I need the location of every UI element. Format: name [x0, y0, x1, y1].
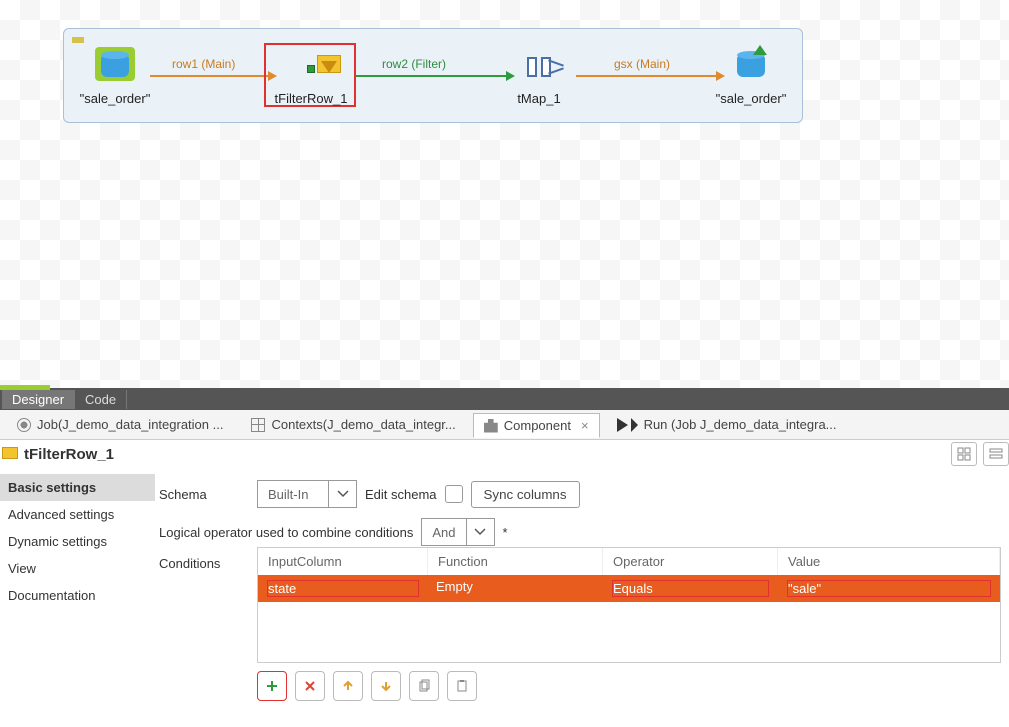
connection-gsx[interactable] [576, 75, 716, 77]
node-label: "sale_order" [706, 91, 796, 106]
node-label: tFilterRow_1 [266, 91, 356, 106]
connection-label: gsx (Main) [614, 57, 670, 71]
conditions-table[interactable]: InputColumn Function Operator Value stat… [257, 547, 1001, 663]
nav-view[interactable]: View [0, 555, 155, 582]
nav-documentation[interactable]: Documentation [0, 582, 155, 609]
component-icon [484, 419, 498, 433]
db-output-icon [735, 51, 767, 79]
tab-run[interactable]: Run (Job J_demo_data_integra... [606, 412, 848, 437]
node-label: "sale_order" [70, 91, 160, 106]
tab-label: Component [504, 418, 571, 433]
edit-schema-checkbox[interactable] [445, 485, 463, 503]
schema-dropdown[interactable]: Built-In [257, 480, 357, 508]
move-up-button[interactable] [333, 671, 363, 701]
nav-basic-settings[interactable]: Basic settings [0, 474, 155, 501]
cell-inputcolumn[interactable]: state [267, 580, 419, 597]
tab-label: Run (Job J_demo_data_integra... [644, 417, 837, 432]
cell-function[interactable]: Empty [428, 575, 603, 602]
component-title-text: tFilterRow_1 [24, 446, 114, 463]
conditions-label: Conditions [159, 556, 249, 571]
chevron-down-icon [328, 481, 356, 507]
settings-nav: Basic settings Advanced settings Dynamic… [0, 474, 155, 727]
node-sale-order-input[interactable]: "sale_order" [70, 51, 160, 106]
status-strip [0, 385, 50, 390]
table-header: InputColumn Function Operator Value [258, 548, 1000, 575]
node-tmap[interactable]: tMap_1 [494, 51, 584, 106]
sync-columns-button[interactable]: Sync columns [471, 481, 580, 508]
cell-operator[interactable]: Equals [612, 580, 769, 597]
logical-op-label: Logical operator used to combine conditi… [159, 525, 413, 540]
bottom-tab-strip: Job(J_demo_data_integration ... Contexts… [0, 410, 1009, 440]
connection-row2[interactable] [356, 75, 506, 77]
node-label: tMap_1 [494, 91, 584, 106]
db-input-icon [99, 51, 131, 79]
logical-op-value: And [422, 525, 465, 540]
tab-contexts[interactable]: Contexts(J_demo_data_integr... [240, 412, 466, 437]
component-panel: tFilterRow_1 Basic settings Advanced set… [0, 440, 1009, 727]
schema-label: Schema [159, 487, 249, 502]
col-header-value: Value [778, 548, 1000, 575]
tab-label: Job(J_demo_data_integration ... [37, 417, 223, 432]
connection-row1[interactable] [150, 75, 268, 77]
node-sale-order-output[interactable]: "sale_order" [706, 51, 796, 106]
add-row-button[interactable] [257, 671, 287, 701]
tab-component[interactable]: Component × [473, 413, 600, 438]
cell-value[interactable]: "sale" [787, 580, 991, 597]
job-icon [17, 418, 31, 432]
col-header-function: Function [428, 548, 603, 575]
node-tfilterrow[interactable]: tFilterRow_1 [266, 51, 356, 106]
copy-button[interactable] [409, 671, 439, 701]
tab-designer[interactable]: Designer [2, 390, 75, 409]
nav-dynamic-settings[interactable]: Dynamic settings [0, 528, 155, 555]
connection-label: row2 (Filter) [382, 57, 446, 71]
close-icon[interactable]: × [581, 418, 589, 433]
col-header-operator: Operator [603, 548, 778, 575]
edit-schema-label: Edit schema [365, 487, 437, 502]
remove-row-button[interactable] [295, 671, 325, 701]
design-canvas[interactable]: "sale_order" row1 (Main) tFilterRow_1 ro… [0, 0, 1009, 388]
paste-button[interactable] [447, 671, 477, 701]
job-subflow-box[interactable]: "sale_order" row1 (Main) tFilterRow_1 ro… [63, 28, 803, 123]
play-icon [617, 418, 628, 432]
table-row[interactable]: state Empty Equals "sale" [258, 575, 1000, 602]
chevron-down-icon [466, 519, 494, 545]
filter-icon [0, 445, 18, 463]
tab-code[interactable]: Code [75, 390, 127, 409]
table-empty-space [258, 602, 1000, 662]
mode-tab-bar: Designer Code [0, 388, 1009, 410]
tab-label: Contexts(J_demo_data_integr... [271, 417, 455, 432]
schema-value: Built-In [258, 487, 328, 502]
component-title: tFilterRow_1 [0, 445, 114, 463]
connection-label: row1 (Main) [172, 57, 235, 71]
nav-advanced-settings[interactable]: Advanced settings [0, 501, 155, 528]
tab-job[interactable]: Job(J_demo_data_integration ... [6, 412, 234, 437]
view-list-button[interactable] [983, 442, 1009, 466]
move-down-button[interactable] [371, 671, 401, 701]
view-grid-button[interactable] [951, 442, 977, 466]
contexts-icon [251, 418, 265, 432]
col-header-input: InputColumn [258, 548, 428, 575]
play-icon [631, 418, 638, 432]
settings-body: Schema Built-In Edit schema Sync columns… [155, 474, 1009, 727]
required-star: * [503, 525, 508, 540]
conditions-toolbar [257, 671, 1001, 701]
logical-op-dropdown[interactable]: And [421, 518, 494, 546]
